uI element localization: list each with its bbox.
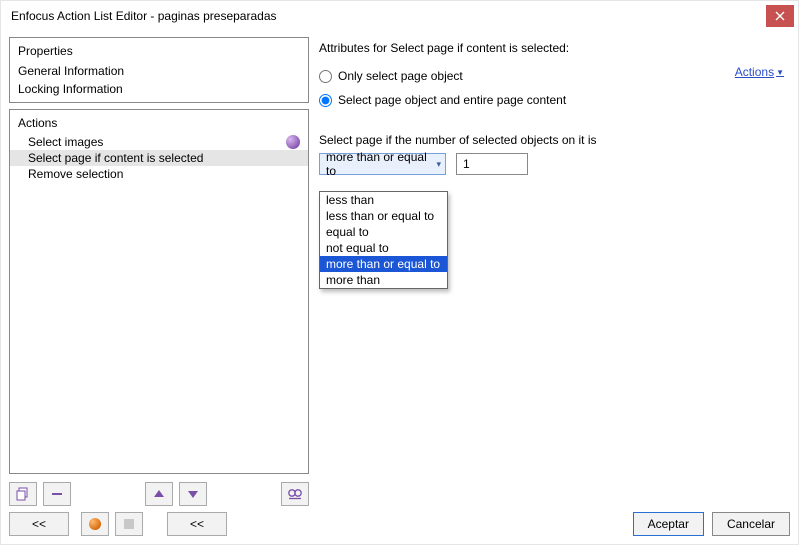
nav-back-button[interactable]: <<	[9, 512, 69, 536]
radio-input[interactable]	[319, 70, 332, 83]
move-down-button[interactable]	[179, 482, 207, 506]
radio-label: Only select page object	[338, 69, 463, 83]
properties-header: Properties	[10, 42, 308, 62]
record-button[interactable]	[81, 512, 109, 536]
cancel-button[interactable]: Cancelar	[712, 512, 790, 536]
stop-button[interactable]	[115, 512, 143, 536]
view-button[interactable]	[281, 482, 309, 506]
remove-button[interactable]	[43, 482, 71, 506]
radio-only-page-object[interactable]: Only select page object	[319, 69, 790, 83]
close-button[interactable]	[766, 5, 794, 27]
attributes-title: Attributes for Select page if content is…	[319, 41, 790, 55]
radio-input[interactable]	[319, 94, 332, 107]
action-item[interactable]: Select images	[10, 134, 308, 150]
toolbar-row-2: << <<	[9, 512, 309, 536]
actions-header: Actions	[10, 114, 308, 134]
stop-icon	[124, 519, 134, 529]
toolbar-row-1	[9, 482, 309, 506]
record-icon	[89, 518, 101, 530]
count-input[interactable]	[456, 153, 528, 175]
radio-page-and-content[interactable]: Select page object and entire page conte…	[319, 93, 790, 107]
dropdown-item[interactable]: equal to	[320, 224, 447, 240]
comparison-dropdown[interactable]: less than less than or equal to equal to…	[319, 191, 448, 289]
action-label: Select page if content is selected	[28, 151, 203, 165]
dropdown-item[interactable]: not equal to	[320, 240, 447, 256]
nav-back-button-2[interactable]: <<	[167, 512, 227, 536]
comparison-combo[interactable]: more than or equal to ▾	[319, 153, 446, 175]
ok-button[interactable]: Aceptar	[633, 512, 704, 536]
properties-item[interactable]: Locking Information	[10, 80, 308, 98]
properties-item[interactable]: General Information	[10, 62, 308, 80]
action-label: Select images	[28, 135, 103, 149]
dropdown-item[interactable]: more than or equal to	[320, 256, 447, 272]
window-title: Enfocus Action List Editor - paginas pre…	[11, 9, 277, 23]
titlebar: Enfocus Action List Editor - paginas pre…	[1, 1, 798, 31]
dialog-footer: Aceptar Cancelar	[319, 502, 790, 536]
chevron-down-icon: ▾	[436, 159, 441, 170]
properties-panel: Properties General Information Locking I…	[9, 37, 309, 103]
sphere-icon	[286, 135, 300, 149]
action-item[interactable]: Remove selection	[10, 166, 308, 182]
action-label: Remove selection	[28, 167, 123, 181]
move-up-button[interactable]	[145, 482, 173, 506]
actions-menu-link[interactable]: Actions ▼	[735, 65, 784, 79]
actions-panel: Actions Select images Select page if con…	[9, 109, 309, 474]
combo-value: more than or equal to	[326, 150, 436, 178]
duplicate-button[interactable]	[9, 482, 37, 506]
actions-link-label: Actions	[735, 65, 774, 79]
radio-label: Select page object and entire page conte…	[338, 93, 566, 107]
chevron-down-icon: ▼	[776, 68, 784, 77]
dropdown-item[interactable]: more than	[320, 272, 447, 288]
dropdown-item[interactable]: less than	[320, 192, 447, 208]
action-item[interactable]: Select page if content is selected	[10, 150, 308, 166]
select-page-label: Select page if the number of selected ob…	[319, 133, 790, 147]
dropdown-item[interactable]: less than or equal to	[320, 208, 447, 224]
